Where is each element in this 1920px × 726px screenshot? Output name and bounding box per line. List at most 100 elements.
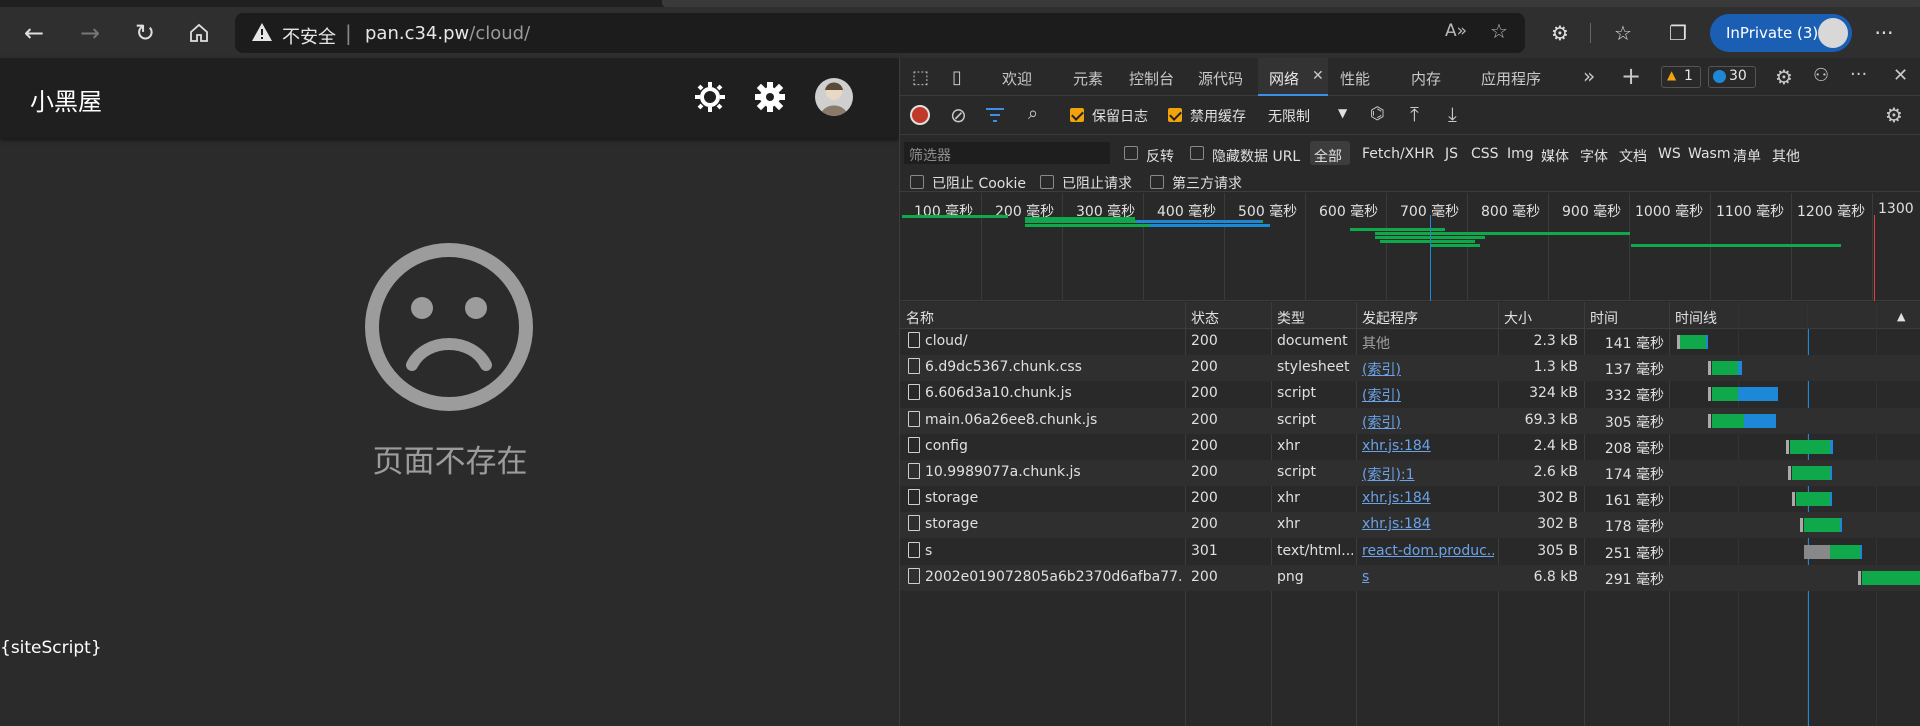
- third-party-checkbox[interactable]: [1150, 175, 1164, 189]
- warnings-badge[interactable]: ▲ 1: [1661, 66, 1701, 88]
- cell-initiator[interactable]: s: [1362, 569, 1494, 585]
- filter-doc[interactable]: 文档: [1619, 146, 1647, 166]
- more-tabs-icon[interactable]: »: [1583, 64, 1595, 88]
- table-row[interactable]: 10.9989077a.chunk.js 200 script (索引):1 2.6 k…: [900, 460, 1920, 486]
- filter-manifest[interactable]: 清单: [1733, 146, 1761, 166]
- chevron-down-icon[interactable]: ▼: [1338, 106, 1347, 120]
- file-icon: [908, 332, 920, 348]
- table-row[interactable]: s 301 text/html... react-dom.produc... 305 B…: [900, 539, 1920, 565]
- filter-input[interactable]: 筛选器: [904, 142, 1110, 164]
- filter-fetch-xhr[interactable]: Fetch/XHR: [1362, 146, 1435, 162]
- table-row[interactable]: main.06a26ee8.chunk.js 200 script (索引) 69.3 …: [900, 407, 1920, 434]
- col-size[interactable]: 大小: [1504, 308, 1532, 328]
- filter-font[interactable]: 字体: [1580, 146, 1608, 166]
- back-icon[interactable]: ←: [16, 15, 52, 51]
- theme-toggle-icon[interactable]: [693, 80, 727, 114]
- network-settings-icon[interactable]: ⚙: [1885, 103, 1903, 127]
- table-row[interactable]: cloud/200 document 其他 2.3 kB 141 毫秒: [900, 329, 1920, 355]
- col-status[interactable]: 状态: [1191, 308, 1219, 328]
- cell-initiator[interactable]: (索引): [1362, 385, 1494, 405]
- third-party-label: 第三方请求: [1172, 176, 1242, 192]
- customize-icon[interactable]: ⚇: [1813, 65, 1829, 86]
- close-tab-icon[interactable]: ✕: [1312, 68, 1324, 84]
- search-icon[interactable]: ⌕: [1028, 103, 1038, 124]
- messages-badge[interactable]: 30: [1708, 66, 1756, 88]
- filter-ws[interactable]: WS: [1658, 146, 1681, 162]
- cell-initiator[interactable]: (索引): [1362, 359, 1494, 379]
- blocked-requests-label: 已阻止请求: [1062, 176, 1132, 192]
- read-aloud-icon[interactable]: A»: [1445, 21, 1467, 41]
- col-name[interactable]: 名称: [906, 308, 934, 328]
- import-har-icon[interactable]: ⤒: [1410, 102, 1419, 126]
- settings-icon[interactable]: [753, 80, 787, 114]
- forward-icon[interactable]: →: [72, 15, 108, 51]
- tab-console[interactable]: 控制台: [1129, 68, 1174, 89]
- table-row[interactable]: 6.d9dc5367.chunk.css 200 stylesheet (索引) 1.3…: [900, 355, 1920, 382]
- cell-status: 301: [1191, 542, 1218, 559]
- filter-media[interactable]: 媒体: [1541, 146, 1569, 166]
- network-overview[interactable]: 100 毫秒 200 毫秒 300 毫秒 400 毫秒 500 毫秒 600 毫…: [900, 193, 1920, 301]
- add-tab-icon[interactable]: +: [1621, 62, 1641, 90]
- cell-name: storage: [925, 516, 979, 533]
- table-row[interactable]: 2002e019072805a6b2370d6afba77... 200 png s 6…: [900, 564, 1920, 591]
- more-icon[interactable]: ···: [1866, 15, 1902, 51]
- throttle-select[interactable]: 无限制: [1268, 106, 1310, 126]
- cell-initiator[interactable]: xhr.js:184: [1362, 438, 1494, 454]
- collections-icon[interactable]: ❐: [1660, 15, 1696, 51]
- table-row[interactable]: config 200 xhr xhr.js:184 2.4 kB 208 毫秒: [900, 434, 1920, 460]
- cell-initiator[interactable]: xhr.js:184: [1362, 490, 1494, 506]
- filter-icon[interactable]: [985, 107, 1005, 123]
- home-icon[interactable]: [181, 15, 217, 51]
- tab-welcome[interactable]: 欢迎: [1002, 68, 1032, 89]
- cell-initiator[interactable]: (索引):1: [1362, 464, 1494, 484]
- tab-application[interactable]: 应用程序: [1481, 68, 1541, 89]
- tab-sources[interactable]: 源代码: [1198, 68, 1243, 89]
- cell-initiator[interactable]: (索引): [1362, 412, 1494, 432]
- hide-data-url-checkbox[interactable]: [1190, 146, 1204, 160]
- waterfall-bar: [1830, 492, 1832, 507]
- favorites-icon[interactable]: ☆: [1605, 15, 1641, 51]
- filter-wasm[interactable]: Wasm: [1688, 146, 1730, 162]
- clear-icon[interactable]: ⊘: [950, 103, 967, 127]
- filter-js[interactable]: JS: [1445, 146, 1458, 162]
- device-emulation-icon[interactable]: ▯: [952, 67, 962, 88]
- record-icon[interactable]: [910, 105, 930, 125]
- address-bar[interactable]: 不安全 | pan.c34.pw/cloud/ A» ☆: [235, 13, 1525, 53]
- blocked-cookie-checkbox[interactable]: [910, 175, 924, 189]
- inspect-icon[interactable]: ⬚: [912, 67, 929, 88]
- extensions-icon[interactable]: ⚙: [1542, 15, 1578, 51]
- refresh-icon[interactable]: ↻: [127, 15, 163, 51]
- col-time[interactable]: 时间: [1590, 308, 1618, 328]
- tab-memory[interactable]: 内存: [1411, 68, 1441, 89]
- col-type[interactable]: 类型: [1277, 308, 1305, 328]
- tab-network[interactable]: 网络: [1269, 68, 1299, 89]
- table-row[interactable]: storage 200 xhr xhr.js:184 302 B 161 毫秒: [900, 486, 1920, 512]
- table-row[interactable]: storage 200 xhr xhr.js:184 302 B 178 毫秒: [900, 512, 1920, 539]
- table-row[interactable]: 6.606d3a10.chunk.js 200 script (索引) 324 kB 33…: [900, 381, 1920, 407]
- devtools-settings-icon[interactable]: ⚙: [1775, 65, 1793, 89]
- app-title[interactable]: 小黑屋: [30, 82, 102, 117]
- inprivate-button[interactable]: InPrivate (3): [1710, 14, 1852, 52]
- col-waterfall[interactable]: 时间线: [1675, 308, 1717, 328]
- disable-cache-checkbox[interactable]: [1168, 108, 1182, 122]
- invert-checkbox[interactable]: [1124, 146, 1138, 160]
- preserve-log-checkbox[interactable]: [1070, 108, 1084, 122]
- cell-initiator: 其他: [1362, 336, 1390, 352]
- tab-performance[interactable]: 性能: [1340, 68, 1370, 89]
- export-har-icon[interactable]: ⤓: [1448, 102, 1457, 126]
- url-text[interactable]: pan.c34.pw/cloud/: [365, 23, 530, 44]
- devtools-more-icon[interactable]: ···: [1850, 64, 1867, 85]
- cell-initiator[interactable]: xhr.js:184: [1362, 516, 1494, 532]
- col-initiator[interactable]: 发起程序: [1362, 308, 1418, 328]
- cell-initiator[interactable]: react-dom.produc...: [1362, 543, 1494, 559]
- user-avatar[interactable]: [815, 78, 853, 116]
- tab-elements[interactable]: 元素: [1073, 68, 1103, 89]
- filter-css[interactable]: CSS: [1471, 146, 1499, 162]
- blocked-requests-checkbox[interactable]: [1040, 175, 1054, 189]
- close-devtools-icon[interactable]: ✕: [1893, 65, 1908, 86]
- add-favorite-icon[interactable]: ☆: [1490, 19, 1508, 43]
- filter-img[interactable]: Img: [1507, 146, 1534, 162]
- sort-up-icon[interactable]: ▲: [1897, 310, 1905, 323]
- network-conditions-icon[interactable]: ⌬: [1370, 104, 1385, 124]
- filter-other[interactable]: 其他: [1772, 146, 1800, 166]
